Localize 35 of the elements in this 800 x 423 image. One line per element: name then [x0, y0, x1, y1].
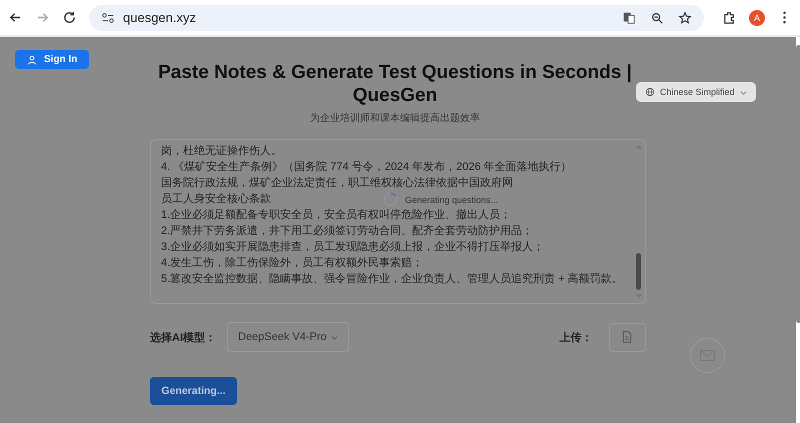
notes-line: 国务院行政法规，煤矿企业法定责任，职工维权核心法律依据中国政府网 [161, 176, 513, 191]
notes-line: 4.发生工伤，除工伤保险外，员工有权额外民事索赔； [161, 256, 424, 271]
address-bar[interactable]: quesgen.xyz [89, 4, 704, 30]
upload-label: 上传： [560, 330, 593, 344]
notes-line: 2.严禁井下劳务派遣，井下用工必须签订劳动合同、配齐全套劳动防护用品； [161, 224, 534, 239]
site-settings-icon[interactable] [101, 10, 115, 24]
model-label: 选择AI模型： [150, 330, 216, 344]
reload-icon[interactable] [62, 10, 77, 25]
extensions-icon[interactable] [722, 10, 737, 25]
notes-line: 1.企业必须足额配备专职安全员，安全员有权叫停危险作业、撤出人员； [161, 208, 512, 223]
page-title: Paste Notes & Generate Test Questions in Seconds | QuesGen [157, 61, 633, 107]
scrollbar-thumb[interactable] [636, 253, 642, 290]
caret-icon [331, 334, 338, 340]
user-icon [27, 54, 37, 64]
subtitle: 为企业培训师和课本编辑提高出题效率 [309, 112, 481, 125]
model-select[interactable]: DeepSeek V4-Pro [227, 322, 349, 352]
notes-line: 4. 《煤矿安全生产条例》（国务院 774 号令，2024 年发布，2026 年全面落地执行） [161, 160, 572, 175]
notes-line: 员工人身安全核心条款 [161, 192, 271, 207]
zoom-icon[interactable] [650, 10, 664, 24]
sign-in-button[interactable]: Sign In [15, 50, 90, 69]
notes-line: 5.篡改安全监控数据、隐瞒事故、强令冒险作业，企业负责人、管理人员追究刑责 + 高额罚款。 [161, 272, 623, 287]
notes-textarea[interactable] [150, 139, 646, 304]
notes-line: 岗，杜绝无证操作伤人。 [161, 144, 282, 159]
upload-button[interactable] [608, 322, 646, 352]
translate-icon[interactable] [622, 10, 636, 24]
document-icon [621, 330, 634, 344]
language-dropdown[interactable]: Chinese Simplified [636, 82, 756, 102]
loading-text: Generating questions... [405, 195, 498, 205]
loading-spinner-icon [383, 192, 398, 207]
star-icon[interactable] [678, 10, 692, 24]
notes-line: 3.企业必须如实开展隐患排查，员工发现隐患必须上报，企业不得打压举报人； [161, 240, 544, 255]
url-text: quesgen.xyz [123, 10, 196, 25]
profile-avatar[interactable]: A [749, 10, 765, 26]
caret-icon [740, 88, 747, 96]
globe-icon [645, 87, 655, 97]
